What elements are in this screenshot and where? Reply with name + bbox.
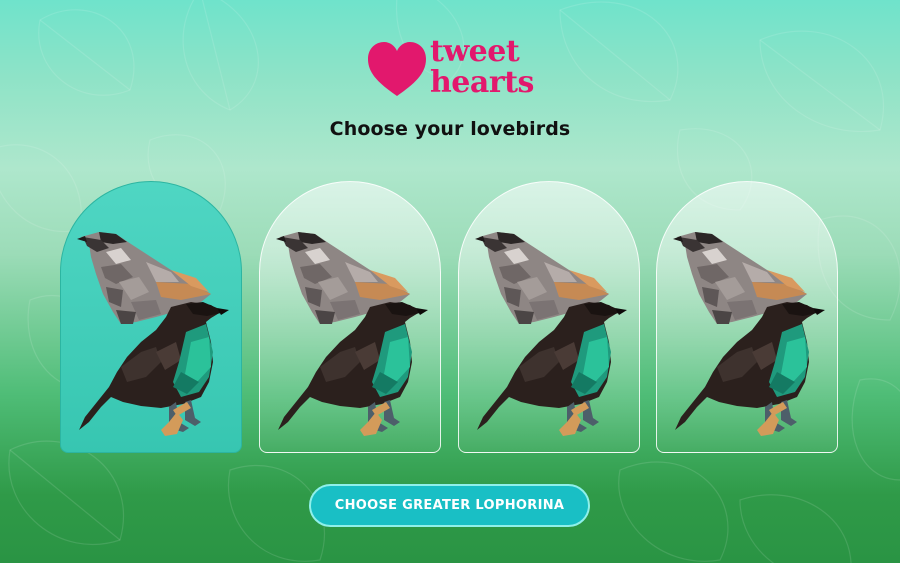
bird-pair-illustration <box>77 232 229 436</box>
bird-card-4[interactable] <box>656 181 838 453</box>
tweethearts-logo: tweet hearts <box>366 36 536 104</box>
bird-pair-illustration <box>673 232 825 436</box>
bird-pair-illustration <box>475 232 627 436</box>
bird-card-3[interactable] <box>458 181 640 453</box>
heart-icon <box>368 42 426 96</box>
brand-line-1: tweet <box>430 34 520 69</box>
choose-bird-button[interactable]: CHOOSE GREATER LOPHORINA <box>309 484 590 527</box>
bird-card-1[interactable] <box>60 181 242 453</box>
bird-pair-illustration <box>276 232 428 436</box>
page-title: Choose your lovebirds <box>329 118 571 140</box>
brand-wordmark: tweet hearts <box>430 36 534 98</box>
bird-card-2[interactable] <box>259 181 441 453</box>
brand-line-2: hearts <box>430 65 534 100</box>
